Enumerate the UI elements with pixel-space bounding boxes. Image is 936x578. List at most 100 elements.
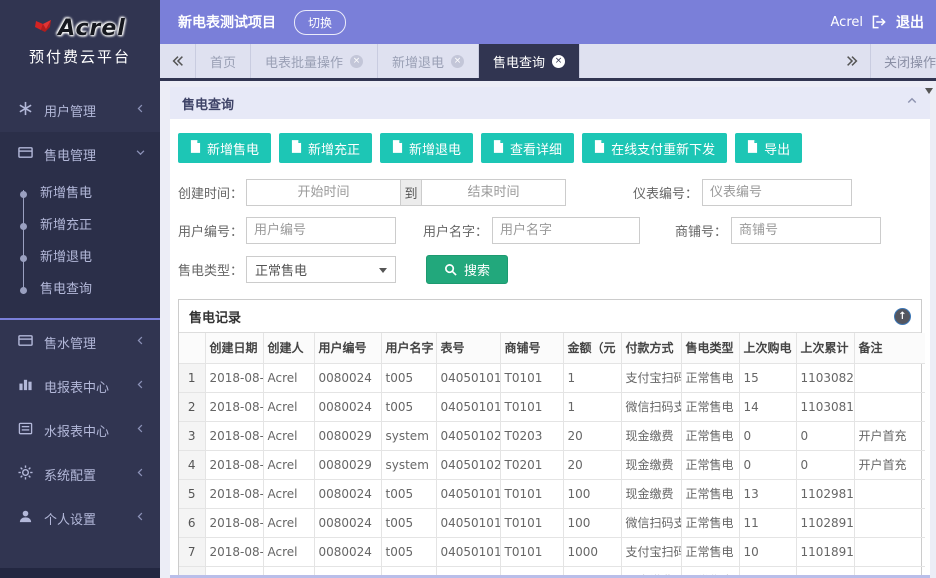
close-icon[interactable]: × bbox=[451, 55, 464, 68]
chevron-left-icon bbox=[135, 103, 146, 118]
table-cell: 0 bbox=[796, 450, 854, 479]
user-name-input[interactable] bbox=[492, 217, 640, 244]
table-cell: T0101 bbox=[500, 392, 563, 421]
table-cell: 开户首充 bbox=[854, 450, 925, 479]
column-header: 售电类型 bbox=[681, 333, 739, 363]
table-row[interactable]: 32018-08-Acrel0080029system04050102T0203… bbox=[179, 421, 925, 450]
logo-text: Acrel bbox=[58, 16, 126, 41]
end-time-input[interactable] bbox=[421, 179, 566, 206]
list-icon bbox=[18, 421, 33, 440]
table-cell: system bbox=[381, 450, 436, 479]
table-row[interactable]: 12018-08-Acrel0080024t00504050101T01011支… bbox=[179, 363, 925, 392]
search-button[interactable]: 搜索 bbox=[426, 255, 508, 284]
table-cell: 2018-08- bbox=[205, 479, 263, 508]
table-cell: 正常售电 bbox=[681, 450, 739, 479]
close-operations-menu[interactable]: 关闭操作 bbox=[870, 44, 936, 78]
table-cell: system bbox=[381, 421, 436, 450]
sidebar-submenu-power-sale-mgmt: 新增售电新增充正新增退电售电查询 bbox=[0, 176, 160, 318]
tab-add-refund[interactable]: 新增退电× bbox=[378, 44, 479, 78]
sidebar-subitem-add-refund[interactable]: 新增退电 bbox=[0, 242, 160, 274]
tabs-scroll-left-icon[interactable] bbox=[160, 44, 196, 78]
table-cell: 开户首充 bbox=[854, 421, 925, 450]
table-cell: 1103082. bbox=[796, 363, 854, 392]
content-scrollbar-arrow[interactable] bbox=[925, 88, 933, 98]
sidebar-subitem-add-sale[interactable]: 新增售电 bbox=[0, 178, 160, 210]
panel-body: 新增售电新增充正新增退电查看详细在线支付重新下发导出 创建时间： 到 仪表编号：… bbox=[170, 119, 930, 578]
sale-query-panel: 售电查询 新增售电新增充正新增退电查看详细在线支付重新下发导出 创建时间： 到 … bbox=[170, 87, 930, 578]
row-number: 6 bbox=[179, 508, 205, 537]
sale-type-select[interactable]: 正常售电 bbox=[246, 256, 396, 283]
table-row[interactable]: 42018-08-Acrel0080029system04050102T0201… bbox=[179, 450, 925, 479]
user-no-input[interactable] bbox=[246, 217, 396, 244]
online-pay-reissue-button[interactable]: 在线支付重新下发 bbox=[582, 133, 727, 163]
sidebar-item-system-config[interactable]: 系统配置 bbox=[0, 452, 160, 496]
sidebar-footer-bar[interactable] bbox=[0, 568, 160, 578]
close-icon[interactable]: × bbox=[552, 55, 565, 68]
sidebar-item-water-report-center[interactable]: 水报表中心 bbox=[0, 408, 160, 452]
add-refund-button[interactable]: 新增退电 bbox=[380, 133, 473, 163]
tab-meter-batch-ops[interactable]: 电表批量操作× bbox=[251, 44, 378, 78]
column-header: 上次购电 bbox=[739, 333, 796, 363]
sidebar-item-power-report-center[interactable]: 电报表中心 bbox=[0, 364, 160, 408]
panel-collapse-icon[interactable] bbox=[906, 95, 918, 111]
shop-no-input[interactable] bbox=[731, 217, 881, 244]
add-correction-button[interactable]: 新增充正 bbox=[279, 133, 372, 163]
table-cell: 0080029 bbox=[314, 421, 381, 450]
scroll-top-icon[interactable]: ↑ bbox=[894, 308, 911, 325]
table-row[interactable]: 72018-08-Acrel0080024t00504050101T010110… bbox=[179, 537, 925, 566]
table-cell bbox=[854, 479, 925, 508]
table-row[interactable]: 52018-08-Acrel0080024t00504050101T010110… bbox=[179, 479, 925, 508]
table-cell: 正常售电 bbox=[681, 421, 739, 450]
table-cell: T0101 bbox=[500, 479, 563, 508]
logout-button[interactable]: 退出 bbox=[896, 12, 924, 32]
panel-title: 售电查询 bbox=[182, 94, 234, 113]
chevron-left-icon bbox=[135, 335, 146, 350]
sidebar-subitem-add-correction[interactable]: 新增充正 bbox=[0, 210, 160, 242]
search-button-label: 搜索 bbox=[464, 260, 490, 279]
table-cell: 04050101 bbox=[436, 508, 500, 537]
tabs-scroll-right-icon[interactable] bbox=[834, 44, 870, 78]
table-cell: 0080024 bbox=[314, 479, 381, 508]
table-row[interactable]: 62018-08-Acrel0080024t00504050101T010110… bbox=[179, 508, 925, 537]
sidebar-item-personal-settings[interactable]: 个人设置 bbox=[0, 496, 160, 540]
table-cell: 2018-08- bbox=[205, 421, 263, 450]
grid-title: 售电记录 bbox=[189, 307, 241, 326]
export-button[interactable]: 导出 bbox=[735, 133, 802, 163]
switch-project-button[interactable]: 切换 bbox=[294, 10, 346, 35]
add-sale-button[interactable]: 新增售电 bbox=[178, 133, 271, 163]
table-cell: Acrel bbox=[263, 421, 314, 450]
column-header: 创建人 bbox=[263, 333, 314, 363]
start-time-input[interactable] bbox=[246, 179, 401, 206]
chevron-down-icon bbox=[379, 268, 387, 277]
sidebar-subitem-sale-query[interactable]: 售电查询 bbox=[0, 274, 160, 306]
tab-sale-query[interactable]: 售电查询× bbox=[479, 44, 580, 78]
platform-subtitle: 预付费云平台 bbox=[0, 46, 160, 67]
table-cell: 1 bbox=[563, 363, 621, 392]
user-no-label: 用户编号： bbox=[178, 221, 242, 240]
logout-icon[interactable] bbox=[872, 15, 887, 29]
toolbar-button-label: 新增退电 bbox=[409, 139, 461, 158]
table-row[interactable]: 22018-08-Acrel0080024t00504050101T01011微… bbox=[179, 392, 925, 421]
table-cell: T0101 bbox=[500, 508, 563, 537]
close-icon[interactable]: × bbox=[350, 55, 363, 68]
column-header: 用户编号 bbox=[314, 333, 381, 363]
table-cell: t005 bbox=[381, 363, 436, 392]
file-icon bbox=[190, 140, 201, 157]
table-cell: 1102891. bbox=[796, 508, 854, 537]
sale-records-panel: 售电记录 ↑ 创建日期创建人用户编号用户名字表号商铺号金额（元付款方式售电类型上… bbox=[178, 299, 922, 578]
sale-records-table: 创建日期创建人用户编号用户名字表号商铺号金额（元付款方式售电类型上次购电上次累计… bbox=[179, 333, 925, 578]
table-cell: 正常售电 bbox=[681, 508, 739, 537]
view-detail-button[interactable]: 查看详细 bbox=[481, 133, 574, 163]
sidebar-item-water-sale-mgmt[interactable]: 售水管理 bbox=[0, 320, 160, 364]
user-icon bbox=[18, 509, 33, 528]
meter-no-input[interactable] bbox=[702, 179, 852, 206]
table-header-row: 创建日期创建人用户编号用户名字表号商铺号金额（元付款方式售电类型上次购电上次累计… bbox=[179, 333, 925, 363]
sidebar-item-power-sale-mgmt[interactable]: 售电管理 bbox=[0, 132, 160, 176]
column-header: 金额（元 bbox=[563, 333, 621, 363]
sidebar-item-user-mgmt[interactable]: 用户管理 bbox=[0, 88, 160, 132]
table-cell: t005 bbox=[381, 537, 436, 566]
table-cell: 0 bbox=[796, 421, 854, 450]
file-icon bbox=[493, 140, 504, 157]
tab-home[interactable]: 首页 bbox=[196, 44, 251, 78]
meter-no-label: 仪表编号： bbox=[628, 183, 698, 202]
